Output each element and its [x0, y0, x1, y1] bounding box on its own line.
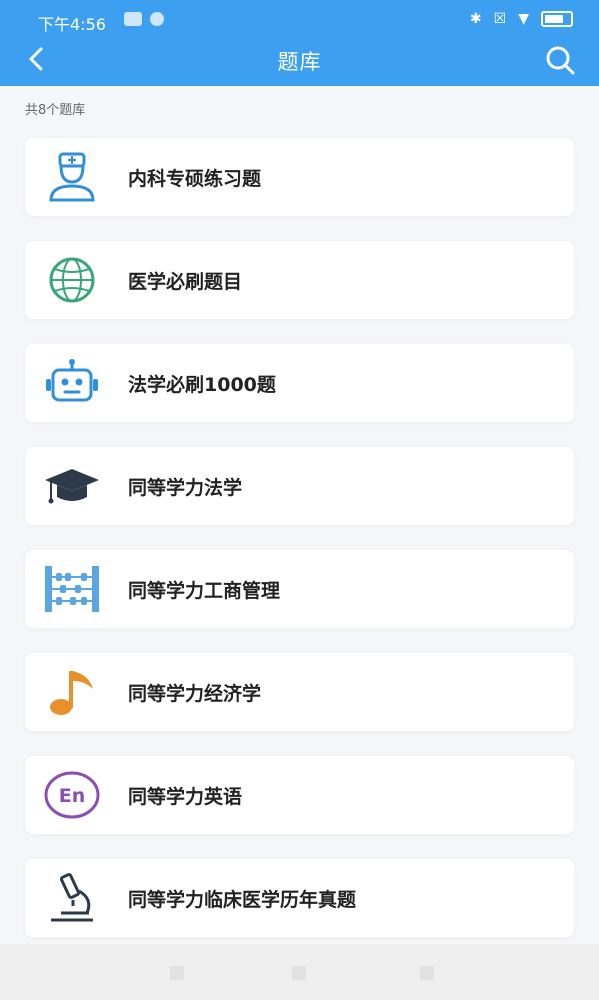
page-title: 题库: [277, 50, 322, 74]
list-item-label: 同等学力经济学: [128, 683, 262, 705]
search-icon[interactable]: [543, 43, 577, 77]
list-item[interactable]: En 同等学力英语: [25, 756, 574, 834]
list-item-label: 同等学力工商管理: [128, 580, 281, 602]
list-item[interactable]: 法学必刷1000题: [25, 344, 574, 422]
list-item-label: 内科专硕练习题: [128, 168, 262, 190]
list-item-label: 法学必刷1000题: [128, 374, 276, 396]
list-item-label: 医学必刷题目: [128, 271, 243, 293]
doctor-icon: [43, 152, 101, 202]
list-item-label: 同等学力法学: [128, 477, 243, 499]
notification-icon: [124, 12, 142, 26]
list-item[interactable]: 同等学力工商管理: [25, 550, 574, 628]
notification-icon: [150, 12, 164, 26]
home-nav-icon[interactable]: [292, 966, 306, 980]
battery-icon: [541, 11, 573, 27]
back-nav-icon[interactable]: [170, 966, 184, 980]
microscope-icon: [43, 873, 101, 923]
list-item[interactable]: 同等学力法学: [25, 447, 574, 525]
status-icons: ✱ ☒ ▼: [470, 9, 573, 29]
bluetooth-icon: ✱: [469, 11, 482, 27]
list-item[interactable]: 同等学力临床医学历年真题: [25, 859, 574, 937]
nav-bar: 题库: [0, 40, 599, 86]
top-bar: 下午4:56 ✱ ☒ ▼ 题库: [0, 0, 599, 86]
sim-icon: ☒: [493, 11, 507, 27]
english-icon: En: [43, 770, 101, 820]
svg-text:En: En: [59, 785, 86, 807]
robot-icon: [43, 358, 101, 408]
status-bar: 下午4:56 ✱ ☒ ▼: [0, 0, 599, 40]
list-item[interactable]: 同等学力经济学: [25, 653, 574, 731]
status-time: 下午4:56: [38, 15, 106, 34]
system-nav-bar: [0, 944, 599, 1000]
list-item[interactable]: 内科专硕练习题: [25, 138, 574, 216]
list-item[interactable]: 医学必刷题目: [25, 241, 574, 319]
bank-count: 共8个题库: [25, 103, 86, 118]
list-item-label: 同等学力临床医学历年真题: [128, 889, 357, 911]
recents-nav-icon[interactable]: [420, 966, 434, 980]
abacus-icon: [43, 564, 101, 614]
list-item-label: 同等学力英语: [128, 786, 243, 808]
question-bank-list: 内科专硕练习题 医学必刷题目 法学必刷1000题 同等学力法学 同等学力工商管理…: [25, 138, 574, 962]
graduation-cap-icon: [43, 461, 101, 511]
wifi-icon: ▼: [518, 11, 529, 27]
globe-icon: [43, 255, 101, 305]
music-note-icon: [43, 667, 101, 717]
